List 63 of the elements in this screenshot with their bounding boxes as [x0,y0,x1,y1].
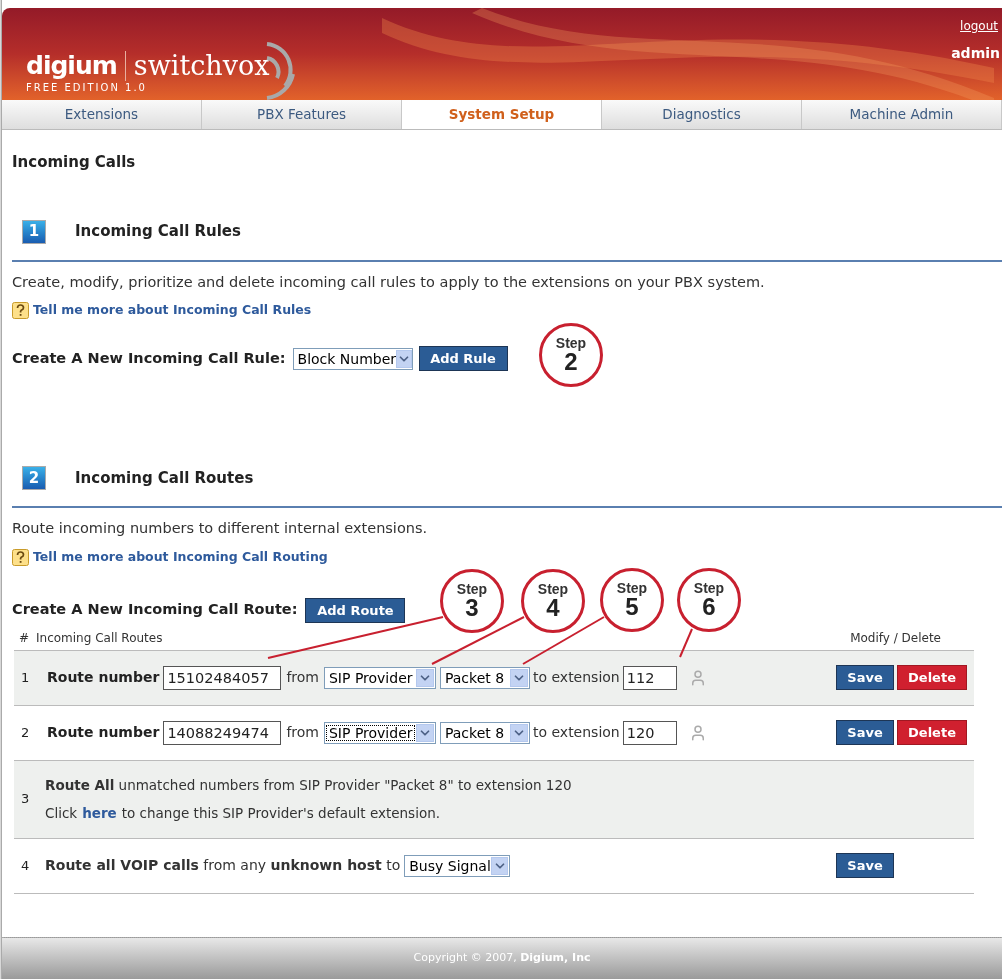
create-route-label: Create A New Incoming Call Route: [12,600,298,620]
user-name: admin [951,44,1000,63]
nav-tab[interactable]: Machine Admin [802,100,1002,129]
step-number-icon: 1 [22,219,46,244]
dropdown[interactable]: Packet 8 [439,721,530,744]
help-icon [12,302,29,320]
edition-label: FREE EDITION 1.0 [26,81,148,95]
route-number-label: Route number [47,668,160,687]
dropdown[interactable]: Block Number [292,347,413,370]
from-label: from [286,723,319,742]
help-link[interactable]: Tell me more about Incoming Call Rules [33,301,312,320]
extension-field[interactable]: 120 [622,720,677,745]
change-extension-text: to change this SIP Provider's default extension. [121,804,440,823]
column-header: # [18,630,31,647]
dropdown[interactable]: SIP Provider [323,666,436,689]
route-number-label: Route number [47,723,160,742]
column-header: Incoming Call Routes [36,630,163,647]
to-extension-label: to extension [532,723,620,742]
row-number: 3 [20,790,31,809]
nav-tab[interactable]: Extensions [2,100,202,129]
here-link[interactable]: here [82,803,117,824]
nav-tab[interactable]: PBX Features [202,100,402,129]
to-extension-label: to extension [532,668,620,687]
route-all-text: Route All unmatched numbers from SIP Provider "Packet 8" to extension 120 [45,775,572,795]
step-number-icon: 2 [22,466,46,490]
dropdown[interactable]: Packet 8 [439,666,530,689]
from-label: from [286,668,319,687]
save-button[interactable]: Save [836,853,894,878]
step-callout: Step 5 [600,568,664,632]
route-number-field[interactable]: 14088249474 [163,720,282,745]
copyright-text: Copyright © 2007, Digium, Inc [413,950,591,967]
create-rule-label: Create A New Incoming Call Rule: [12,348,286,368]
delete-button[interactable]: Delete [897,720,967,745]
row-number: 1 [20,668,31,687]
logout-link[interactable]: logout [960,17,998,35]
section-description: Route incoming numbers to different internal extensions. [12,519,429,538]
nav-tab[interactable]: Diagnostics [602,100,802,129]
brand-logo: digium [26,50,117,83]
help-link[interactable]: Tell me more about Incoming Call Routing [33,547,328,567]
route-number-field[interactable]: 15102484057 [163,665,282,690]
leader-line [679,628,693,658]
step-callout: Step 4 [521,569,585,633]
voip-route-text: Route all VOIP calls from any unknown host to [45,856,401,875]
page-title: Incoming Calls [12,152,137,173]
step-callout: Step 3 [440,569,504,633]
delete-button[interactable]: Delete [897,665,967,690]
row-number: 4 [20,856,31,875]
step-callout: Step 2 [539,323,603,387]
save-button[interactable]: Save [836,665,894,690]
section-description: Create, modify, prioritize and delete incoming call rules to apply to the extensions on your PBX system. [12,272,766,292]
help-icon [12,548,29,566]
extension-field[interactable]: 112 [622,665,677,690]
save-button[interactable]: Save [836,720,894,745]
section-title: Incoming Call Rules [75,221,241,243]
click-text: Click [45,804,78,823]
row-number: 2 [20,723,31,742]
column-header: Modify / Delete [850,630,941,647]
add-route-button[interactable]: Add Route [305,597,406,623]
step-callout: Step 6 [677,568,741,632]
section-title: Incoming Call Routes [75,467,254,489]
add-rule-button[interactable]: Add Rule [418,346,508,371]
dropdown[interactable]: SIP Provider [323,721,436,744]
dropdown[interactable]: Busy Signal [404,854,511,877]
